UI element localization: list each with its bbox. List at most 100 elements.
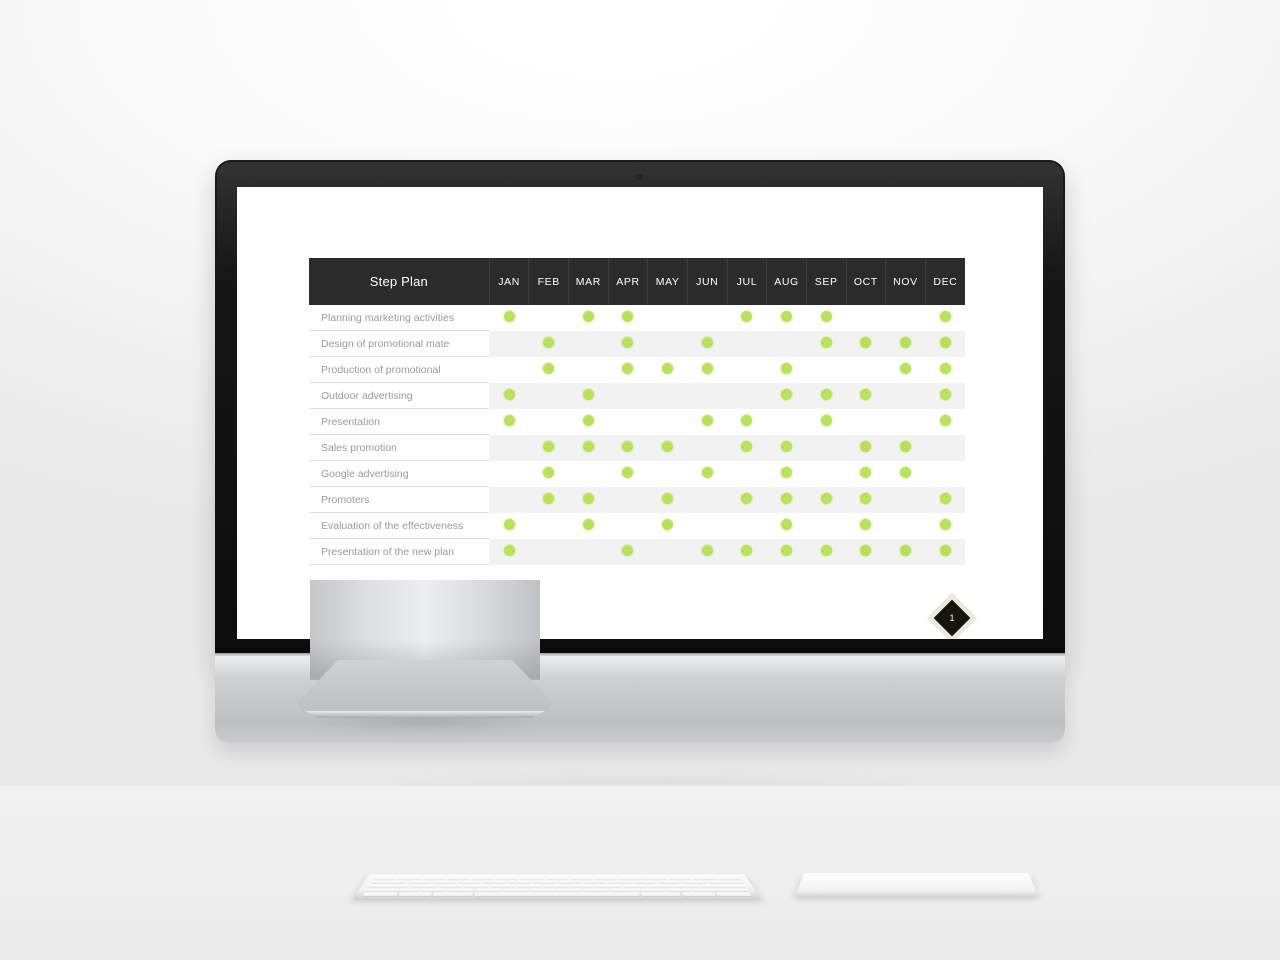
keyboard-key[interactable]	[370, 880, 408, 884]
keyboard-key[interactable]	[365, 888, 420, 892]
keyboard-key[interactable]	[496, 876, 520, 880]
schedule-dot	[701, 363, 713, 374]
keyboard-key[interactable]	[691, 888, 749, 892]
keyboard-key[interactable]	[706, 880, 744, 884]
schedule-cell-jul	[727, 435, 767, 461]
keyboard-key[interactable]	[632, 880, 657, 884]
keyboard-row	[373, 876, 741, 880]
keyboard-key[interactable]	[716, 876, 741, 880]
keyboard-key[interactable]	[569, 884, 595, 888]
keyboard-key[interactable]	[641, 892, 681, 896]
schedule-dot	[662, 363, 674, 374]
keyboard-key[interactable]	[471, 876, 496, 880]
schedule-cell-jan	[489, 513, 529, 539]
schedule-cell-sep	[806, 305, 846, 331]
schedule-dot	[781, 493, 793, 504]
keyboard-key[interactable]	[543, 884, 568, 888]
keyboard-key[interactable]	[474, 888, 501, 892]
keyboard-key[interactable]	[529, 888, 555, 892]
keyboard-key[interactable]	[447, 876, 471, 880]
keyboard-key[interactable]	[368, 884, 412, 888]
keyboard-key[interactable]	[397, 892, 433, 896]
keyboard-key[interactable]	[637, 888, 664, 892]
schedule-cell-aug	[766, 409, 807, 435]
schedule-cell-oct	[846, 409, 886, 435]
keyboard-key[interactable]	[618, 876, 643, 880]
keyboard-key[interactable]	[397, 876, 422, 880]
keyboard-key[interactable]	[716, 892, 752, 896]
keyboard-key[interactable]	[700, 884, 746, 888]
keyboard-key[interactable]	[682, 880, 707, 884]
keyboard-row	[362, 892, 752, 896]
keyboard-key[interactable]	[532, 880, 557, 884]
schedule-dot	[741, 545, 753, 556]
schedule-dot	[860, 519, 872, 530]
keyboard-key[interactable]	[490, 884, 516, 888]
keyboard-key[interactable]	[681, 892, 717, 896]
keyboard-key[interactable]	[556, 888, 582, 892]
keyboard-key[interactable]	[610, 888, 637, 892]
keyboard[interactable]	[352, 874, 762, 900]
schedule-cell-sep	[806, 513, 846, 539]
keyboard-key[interactable]	[622, 884, 648, 888]
schedule-cell-jun	[687, 305, 728, 331]
schedule-cell-sep	[806, 487, 846, 513]
schedule-dot	[582, 311, 594, 322]
keyboard-keys	[362, 876, 752, 896]
keyboard-key[interactable]	[595, 884, 621, 888]
schedule-dot	[899, 363, 911, 374]
schedule-dot	[939, 493, 951, 504]
keyboard-key[interactable]	[664, 888, 691, 892]
keyboard-key[interactable]	[432, 880, 457, 884]
keyboard-key[interactable]	[583, 888, 610, 892]
keyboard-key[interactable]	[517, 884, 542, 888]
keyboard-key[interactable]	[657, 880, 682, 884]
keyboard-key[interactable]	[407, 880, 432, 884]
keyboard-key[interactable]	[582, 880, 607, 884]
keyboard-key[interactable]	[594, 876, 618, 880]
keyboard-key[interactable]	[545, 876, 569, 880]
column-header-sep: SEP	[806, 258, 847, 305]
task-label: Promoters	[309, 487, 490, 513]
keyboard-key[interactable]	[557, 880, 582, 884]
keyboard-key[interactable]	[507, 880, 532, 884]
task-label: Presentation	[309, 409, 490, 435]
keyboard-key[interactable]	[373, 876, 398, 880]
schedule-dot	[939, 337, 951, 348]
keyboard-key[interactable]	[447, 888, 474, 892]
keyboard-key[interactable]	[502, 888, 528, 892]
column-header-mar: MAR	[568, 258, 609, 305]
keyboard-key[interactable]	[648, 884, 674, 888]
schedule-dot	[820, 493, 832, 504]
keyboard-key[interactable]	[437, 884, 464, 888]
schedule-cell-jun	[687, 461, 728, 487]
schedule-dot	[781, 545, 793, 556]
schedule-cell-may	[647, 539, 688, 565]
keyboard-key[interactable]	[643, 876, 667, 880]
schedule-cell-jan	[489, 331, 529, 357]
schedule-cell-nov	[885, 331, 926, 357]
keyboard-key[interactable]	[482, 880, 507, 884]
keyboard-key[interactable]	[607, 880, 632, 884]
schedule-dot	[899, 441, 911, 452]
keyboard-key[interactable]	[520, 876, 544, 880]
trackpad[interactable]	[795, 873, 1038, 897]
schedule-cell-feb	[528, 513, 569, 539]
desk-surface	[0, 786, 1280, 960]
keyboard-key[interactable]	[457, 880, 482, 884]
keyboard-key[interactable]	[570, 876, 593, 880]
keyboard-key[interactable]	[674, 884, 700, 888]
schedule-cell-jul	[727, 539, 767, 565]
column-header-nov: NOV	[885, 258, 926, 305]
keyboard-key[interactable]	[420, 888, 447, 892]
keyboard-key[interactable]	[433, 892, 473, 896]
keyboard-key[interactable]	[667, 876, 692, 880]
keyboard-key[interactable]	[362, 892, 398, 896]
keyboard-key[interactable]	[692, 876, 717, 880]
keyboard-key[interactable]	[473, 892, 641, 896]
keyboard-key[interactable]	[464, 884, 490, 888]
column-header-jun: JUN	[687, 258, 728, 305]
schedule-cell-aug	[766, 383, 807, 409]
keyboard-key[interactable]	[422, 876, 447, 880]
keyboard-key[interactable]	[411, 884, 438, 888]
